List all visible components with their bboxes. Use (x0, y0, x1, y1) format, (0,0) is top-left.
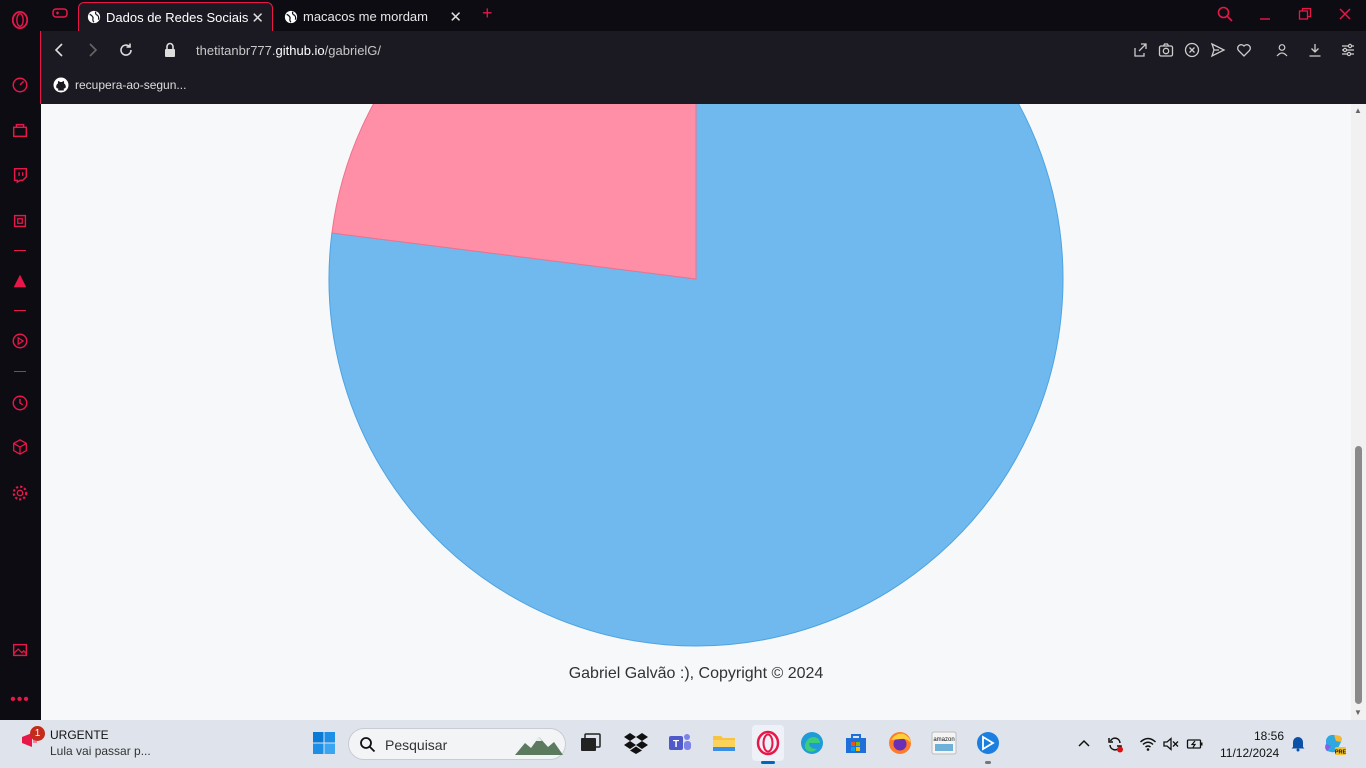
twitch-icon[interactable] (10, 165, 30, 185)
download-icon[interactable] (1307, 42, 1323, 58)
bookmark-label: recupera-ao-segun... (75, 78, 187, 92)
search-placeholder: Pesquisar (385, 737, 448, 753)
address-bar: thetitanbr777.github.io/gabrielG/ (40, 31, 1366, 69)
web-page: Gabriel Galvão :), Copyright © 2024 (41, 104, 1351, 720)
firefox-icon[interactable] (887, 730, 913, 756)
copilot-icon[interactable]: PRE (1322, 732, 1346, 756)
new-tab-plus-icon[interactable]: + (482, 3, 493, 24)
notification-badge: 1 (30, 726, 45, 741)
svg-text:PRE: PRE (1335, 750, 1346, 756)
back-icon[interactable] (51, 41, 69, 59)
easy-setup-icon[interactable] (1340, 42, 1356, 58)
gallery-icon[interactable] (10, 640, 30, 660)
url-domain: github.io (275, 43, 325, 58)
windows-start-icon[interactable] (311, 730, 337, 756)
tab-dados-de-redes-sociais[interactable]: Dados de Redes Sociais ✕ (78, 2, 273, 31)
running-app-indicator (985, 761, 991, 764)
settings-gear-icon[interactable] (10, 483, 30, 503)
github-icon (53, 77, 69, 93)
url-prefix: thetitanbr777. (196, 43, 276, 58)
bookmark-item[interactable]: recupera-ao-segun... (53, 77, 186, 93)
extensions-icon[interactable] (10, 437, 30, 457)
profile-icon[interactable] (1274, 42, 1290, 58)
send-icon[interactable] (1210, 42, 1226, 58)
more-options-icon[interactable]: ••• (10, 690, 30, 710)
tab-title: Dados de Redes Sociais (106, 9, 249, 25)
workspace-icon[interactable] (10, 120, 30, 140)
close-window-icon[interactable] (1336, 5, 1354, 23)
volume-muted-icon[interactable] (1162, 735, 1180, 753)
edge-icon[interactable] (799, 730, 825, 756)
scroll-thumb[interactable] (1355, 446, 1362, 704)
player-icon[interactable] (10, 331, 30, 351)
clock-date[interactable]: 11/12/2024 (1220, 746, 1279, 760)
sidebar-divider (14, 371, 26, 372)
active-app-indicator (761, 761, 775, 764)
search-tabs-icon[interactable] (1216, 5, 1234, 23)
ad-blocker-icon[interactable] (1184, 42, 1200, 58)
clock-time[interactable]: 18:56 (1254, 729, 1284, 743)
pie-chart (328, 104, 1064, 647)
news-subtitle[interactable]: Lula vai passar p... (50, 744, 151, 758)
scroll-up-arrow-icon[interactable]: ▲ (1354, 106, 1362, 115)
scroll-down-arrow-icon[interactable]: ▼ (1354, 708, 1362, 717)
speed-dial-icon[interactable] (10, 75, 30, 95)
notification-bell-icon[interactable] (1289, 734, 1307, 752)
history-icon[interactable] (10, 393, 30, 413)
tab-title: macacos me mordam (303, 9, 428, 24)
search-icon (360, 737, 376, 753)
taskbar-search[interactable]: Pesquisar (348, 728, 566, 760)
hardware-icon[interactable] (10, 211, 30, 231)
svg-text:amazon: amazon (933, 737, 954, 743)
show-hidden-icons-chevron-icon[interactable] (1075, 735, 1093, 753)
heart-icon[interactable] (1236, 42, 1252, 58)
reload-icon[interactable] (117, 41, 135, 59)
opera-gx-icon[interactable] (755, 730, 781, 756)
tab-bar: Dados de Redes Sociais ✕ macacos me mord… (40, 0, 1366, 31)
url-field[interactable]: thetitanbr777.github.io/gabrielG/ (196, 43, 381, 58)
svg-text:T: T (673, 739, 679, 750)
page-scrollbar[interactable]: ▲ ▼ (1351, 104, 1366, 720)
share-icon[interactable] (1132, 42, 1148, 58)
file-explorer-icon[interactable] (711, 730, 737, 756)
browser-sidebar: ••• (0, 0, 40, 720)
windows-taskbar: 1 URGENTE Lula vai passar p... Pesquisar… (0, 720, 1366, 768)
task-view-icon[interactable] (577, 730, 603, 756)
teams-icon[interactable]: T (667, 730, 693, 756)
aria-icon[interactable] (10, 271, 30, 291)
gx-controls-icon[interactable] (52, 6, 68, 25)
sidebar-divider (14, 310, 26, 311)
minimize-icon[interactable] (1256, 5, 1274, 23)
wifi-icon[interactable] (1139, 735, 1157, 753)
globe-icon (87, 10, 101, 24)
close-tab-icon[interactable]: ✕ (449, 8, 462, 26)
lock-icon[interactable] (163, 42, 177, 58)
search-highlight-mountains-icon (515, 737, 563, 755)
amazon-icon[interactable]: amazon (931, 730, 957, 756)
sidebar-divider (14, 250, 26, 251)
tab-macacos-me-mordam[interactable]: macacos me mordam ✕ (276, 2, 470, 31)
snapshot-camera-icon[interactable] (1158, 42, 1174, 58)
globe-icon (284, 10, 298, 23)
sync-icon[interactable] (1106, 735, 1124, 753)
bookmarks-bar: recupera-ao-segun... (40, 69, 1366, 104)
bluestacks-icon[interactable] (975, 730, 1001, 756)
close-tab-icon[interactable]: ✕ (251, 9, 264, 27)
forward-icon[interactable] (83, 41, 101, 59)
page-footer: Gabriel Galvão :), Copyright © 2024 (568, 665, 824, 682)
news-title[interactable]: URGENTE (50, 728, 109, 742)
dropbox-icon[interactable] (623, 730, 649, 756)
restore-icon[interactable] (1296, 5, 1314, 23)
microsoft-store-icon[interactable] (843, 730, 869, 756)
opera-logo-icon[interactable] (10, 10, 30, 30)
battery-charging-icon[interactable] (1186, 735, 1204, 753)
url-path: /gabrielG/ (324, 43, 382, 58)
